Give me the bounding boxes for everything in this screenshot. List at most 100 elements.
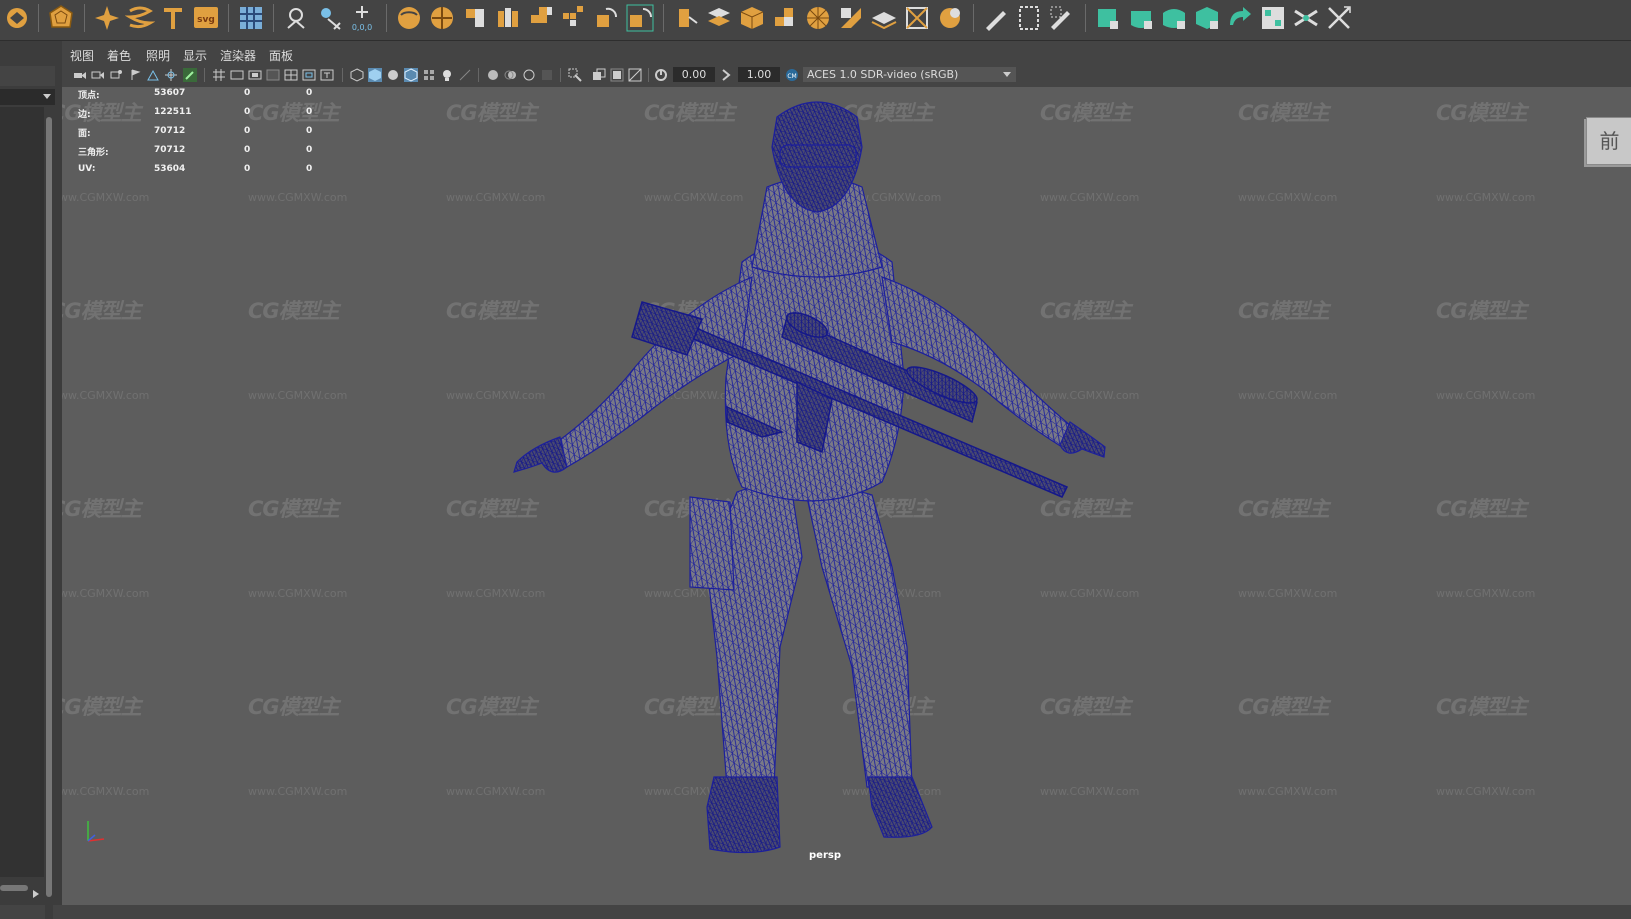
motion-blur-icon[interactable]	[504, 68, 518, 82]
color-management-icon[interactable]: CM	[785, 68, 799, 82]
helix-icon[interactable]	[125, 3, 155, 33]
sphere-icon[interactable]	[427, 3, 457, 33]
polygon-icon[interactable]	[46, 3, 76, 33]
stack-icon[interactable]	[493, 3, 523, 33]
star-icon[interactable]	[92, 3, 122, 33]
wireframe-soldier-model[interactable]	[62, 87, 1631, 905]
stack-icon[interactable]	[869, 3, 899, 33]
exposure-icon[interactable]	[654, 68, 668, 82]
sphere-icon[interactable]	[935, 3, 965, 33]
sphere-icon[interactable]	[803, 3, 833, 33]
smooth-shade-icon[interactable]	[368, 68, 382, 82]
cube-icon[interactable]	[526, 3, 556, 33]
cube-icon[interactable]	[1126, 3, 1156, 33]
isolate-select-icon[interactable]	[568, 68, 582, 82]
cube-icon[interactable]	[1093, 3, 1123, 33]
shadows-icon[interactable]	[458, 68, 472, 82]
camera-icon[interactable]	[73, 68, 87, 82]
menu-lighting[interactable]: 照明	[146, 47, 170, 64]
film-gate-icon[interactable]	[230, 68, 244, 82]
camera-lock-icon[interactable]	[91, 68, 105, 82]
helix-icon[interactable]	[1225, 3, 1255, 33]
hscrollbar-thumb[interactable]	[0, 885, 28, 891]
toolbar-separator	[560, 68, 561, 82]
cube-icon[interactable]	[770, 3, 800, 33]
pen-icon[interactable]	[1047, 3, 1077, 33]
search-icon[interactable]	[281, 3, 311, 33]
menu-view[interactable]: 视图	[70, 47, 94, 64]
viewport-toolbar: 0.00 1.00 CM ACES 1.0 SDR-video (sRGB)	[62, 65, 1631, 85]
cube-icon[interactable]	[671, 3, 701, 33]
toolbar-separator	[478, 68, 479, 82]
sphere-icon[interactable]	[394, 3, 424, 33]
transform-icon[interactable]	[1291, 3, 1321, 33]
left-panel-dropdown[interactable]	[0, 89, 55, 105]
axis-gizmo-icon	[87, 821, 105, 842]
default-material-icon[interactable]	[386, 68, 400, 82]
select-icon[interactable]	[1014, 3, 1044, 33]
safe-action-icon[interactable]	[302, 68, 316, 82]
lights-icon[interactable]	[440, 68, 454, 82]
cube-icon[interactable]	[460, 3, 490, 33]
anti-alias-icon[interactable]	[522, 68, 536, 82]
sphere-icon[interactable]	[1159, 3, 1189, 33]
bookmark-icon[interactable]	[109, 68, 123, 82]
resolution-gate-icon[interactable]	[248, 68, 262, 82]
flag-icon[interactable]	[128, 68, 142, 82]
menu-panels[interactable]: 面板	[269, 47, 293, 64]
cube-icon[interactable]	[902, 3, 932, 33]
pivot-icon[interactable]	[314, 3, 344, 33]
gate-mask-icon[interactable]	[266, 68, 280, 82]
shelf-separator	[228, 4, 229, 32]
grid-icon[interactable]	[212, 68, 226, 82]
menu-shading[interactable]: 着色	[107, 47, 131, 64]
text-icon[interactable]	[158, 3, 188, 33]
scrollbar-thumb[interactable]	[46, 117, 52, 897]
pencil-icon[interactable]	[183, 68, 197, 82]
left-panel-header	[0, 66, 55, 86]
grid-icon[interactable]	[236, 3, 266, 33]
stack-icon[interactable]	[704, 3, 734, 33]
pen-icon[interactable]	[981, 3, 1011, 33]
textured-icon[interactable]	[422, 68, 436, 82]
backface-icon[interactable]	[628, 68, 642, 82]
view-cube[interactable]: 前	[1586, 117, 1631, 165]
transform-icon[interactable]	[592, 3, 622, 33]
cube-icon[interactable]	[737, 3, 767, 33]
chevron-right-icon[interactable]	[32, 889, 40, 899]
shelf-separator	[38, 4, 39, 32]
left-panel-scrollbar[interactable]	[45, 109, 53, 919]
depth-of-field-icon[interactable]	[540, 68, 554, 82]
xray-joints-icon[interactable]	[610, 68, 624, 82]
camera-name-label: persp	[809, 850, 841, 861]
wireframe-on-shaded-icon[interactable]	[404, 68, 418, 82]
transform-icon[interactable]: 0,0,0	[347, 3, 377, 33]
exposure-field[interactable]: 0.00	[673, 67, 715, 82]
wireframe-icon[interactable]	[350, 68, 364, 82]
right-boot	[867, 776, 933, 838]
shelf-tool-icon[interactable]	[2, 3, 32, 33]
transform-icon[interactable]	[625, 3, 655, 33]
field-chart-icon[interactable]	[284, 68, 298, 82]
cube-icon[interactable]	[836, 3, 866, 33]
ambient-occlusion-icon[interactable]	[486, 68, 500, 82]
close-icon[interactable]	[1324, 3, 1354, 33]
grid-icon[interactable]	[559, 3, 589, 33]
safe-title-icon[interactable]	[320, 68, 334, 82]
color-space-dropdown[interactable]: ACES 1.0 SDR-video (sRGB)	[803, 67, 1016, 82]
gamma-icon[interactable]	[719, 68, 733, 82]
toolbar-separator	[342, 68, 343, 82]
chevron-down-icon	[1003, 72, 1011, 77]
xray-icon[interactable]	[592, 68, 606, 82]
left-panel-list[interactable]	[0, 107, 44, 877]
pivot-icon[interactable]	[164, 68, 178, 82]
cube-icon[interactable]	[1192, 3, 1222, 33]
perspective-viewport[interactable]: CG模型主www.CGMXW.comCG模型主www.CGMXW.comCG模型…	[62, 87, 1631, 905]
menu-renderer[interactable]: 渲染器	[220, 47, 256, 64]
image-plane-icon[interactable]	[146, 68, 160, 82]
svg-icon[interactable]: svg	[191, 3, 221, 33]
gamma-field[interactable]: 1.00	[738, 67, 780, 82]
menu-show[interactable]: 显示	[183, 47, 207, 64]
svg-text:svg: svg	[197, 15, 215, 25]
grid-icon[interactable]	[1258, 3, 1288, 33]
